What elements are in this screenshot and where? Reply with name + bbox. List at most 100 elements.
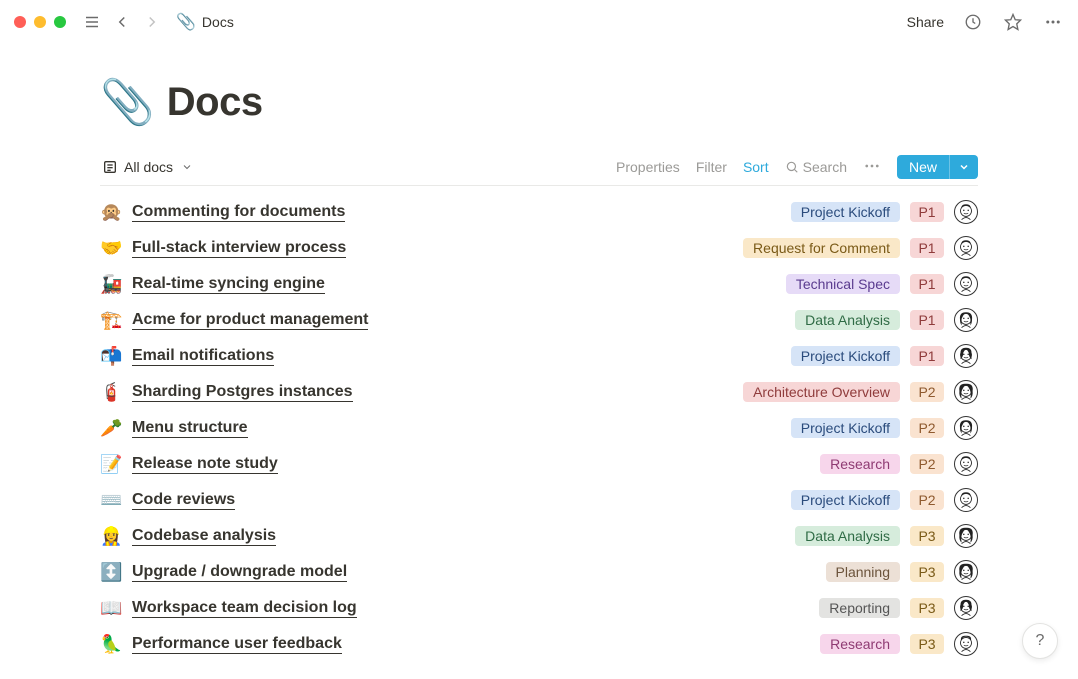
view-more-icon[interactable] bbox=[863, 157, 881, 178]
category-tag[interactable]: Project Kickoff bbox=[791, 418, 900, 438]
priority-pill[interactable]: P3 bbox=[910, 634, 944, 654]
assignee-avatar[interactable] bbox=[954, 524, 978, 548]
window-zoom-icon[interactable] bbox=[54, 16, 66, 28]
assignee-avatar[interactable] bbox=[954, 416, 978, 440]
row-title[interactable]: Workspace team decision log bbox=[132, 599, 357, 618]
breadcrumb[interactable]: 📎 Docs bbox=[176, 12, 234, 32]
breadcrumb-icon: 📎 bbox=[176, 12, 196, 32]
assignee-avatar[interactable] bbox=[954, 380, 978, 404]
priority-pill[interactable]: P1 bbox=[910, 274, 944, 294]
row-title[interactable]: Codebase analysis bbox=[132, 527, 276, 546]
category-tag[interactable]: Reporting bbox=[819, 598, 900, 618]
table-row[interactable]: 🥕Menu structureProject KickoffP2 bbox=[100, 410, 978, 446]
category-tag[interactable]: Data Analysis bbox=[795, 310, 900, 330]
row-title[interactable]: Upgrade / downgrade model bbox=[132, 563, 347, 582]
updates-clock-icon[interactable] bbox=[962, 11, 984, 33]
priority-pill[interactable]: P2 bbox=[910, 382, 944, 402]
new-button-label: New bbox=[897, 155, 949, 179]
row-icon: 🚂 bbox=[100, 274, 122, 295]
priority-pill[interactable]: P3 bbox=[910, 526, 944, 546]
filter-button[interactable]: Filter bbox=[696, 159, 727, 175]
table-row[interactable]: 👷‍♀️Codebase analysisData AnalysisP3 bbox=[100, 518, 978, 554]
assignee-avatar[interactable] bbox=[954, 560, 978, 584]
row-icon: 🦜 bbox=[100, 634, 122, 655]
category-tag[interactable]: Request for Comment bbox=[743, 238, 900, 258]
priority-pill[interactable]: P3 bbox=[910, 598, 944, 618]
window-close-icon[interactable] bbox=[14, 16, 26, 28]
priority-pill[interactable]: P1 bbox=[910, 238, 944, 258]
category-tag[interactable]: Architecture Overview bbox=[743, 382, 900, 402]
priority-pill[interactable]: P2 bbox=[910, 490, 944, 510]
view-tab-all-docs[interactable]: All docs bbox=[100, 155, 195, 179]
sort-button[interactable]: Sort bbox=[743, 159, 769, 175]
page-content: 📎 Docs All docs Properties Filter Sort S… bbox=[0, 44, 1078, 662]
nav-forward-icon bbox=[142, 12, 162, 32]
view-bar: All docs Properties Filter Sort Search N… bbox=[100, 149, 978, 186]
assignee-avatar[interactable] bbox=[954, 344, 978, 368]
assignee-avatar[interactable] bbox=[954, 452, 978, 476]
row-title[interactable]: Menu structure bbox=[132, 419, 248, 438]
table-row[interactable]: 🧯 Sharding Postgres instances Architecture… bbox=[100, 374, 978, 410]
row-icon: 🧯 bbox=[100, 382, 122, 403]
category-tag[interactable]: Technical Spec bbox=[786, 274, 900, 294]
more-options-icon[interactable] bbox=[1042, 11, 1064, 33]
assignee-avatar[interactable] bbox=[954, 308, 978, 332]
new-button[interactable]: New bbox=[897, 155, 978, 179]
priority-pill[interactable]: P2 bbox=[910, 454, 944, 474]
row-title[interactable]: Commenting for documents bbox=[132, 203, 345, 222]
row-title[interactable]: Email notifications bbox=[132, 347, 274, 366]
category-tag[interactable]: Planning bbox=[826, 562, 901, 582]
table-row[interactable]: 📝Release note studyResearchP2 bbox=[100, 446, 978, 482]
row-title[interactable]: Real-time syncing engine bbox=[132, 275, 325, 294]
new-button-dropdown[interactable] bbox=[949, 155, 978, 179]
table-row[interactable]: 🙊Commenting for documentsProject Kickoff… bbox=[100, 194, 978, 230]
priority-pill[interactable]: P3 bbox=[910, 562, 944, 582]
search-button[interactable]: Search bbox=[785, 159, 847, 175]
table-row[interactable]: ↕️Upgrade / downgrade modelPlanningP3 bbox=[100, 554, 978, 590]
category-tag[interactable]: Project Kickoff bbox=[791, 202, 900, 222]
row-title[interactable]: Full-stack interview process bbox=[132, 239, 346, 258]
assignee-avatar[interactable] bbox=[954, 596, 978, 620]
priority-pill[interactable]: P1 bbox=[910, 346, 944, 366]
table-row[interactable]: ⌨️Code reviewsProject KickoffP2 bbox=[100, 482, 978, 518]
docs-list: 🙊Commenting for documentsProject Kickoff… bbox=[100, 186, 978, 662]
breadcrumb-title: Docs bbox=[202, 14, 234, 30]
row-title[interactable]: Sharding Postgres instances bbox=[132, 383, 353, 402]
assignee-avatar[interactable] bbox=[954, 488, 978, 512]
page-title[interactable]: Docs bbox=[167, 80, 263, 125]
category-tag[interactable]: Research bbox=[820, 634, 900, 654]
assignee-avatar[interactable] bbox=[954, 632, 978, 656]
table-row[interactable]: 🚂 Real-time syncing engine Technical Spec P… bbox=[100, 266, 978, 302]
row-title[interactable]: Release note study bbox=[132, 455, 278, 474]
assignee-avatar[interactable] bbox=[954, 272, 978, 296]
row-title[interactable]: Acme for product management bbox=[132, 311, 368, 330]
table-row[interactable]: 🏗️Acme for product managementData Analys… bbox=[100, 302, 978, 338]
properties-button[interactable]: Properties bbox=[616, 159, 680, 175]
hamburger-menu-icon[interactable] bbox=[82, 12, 102, 32]
page-icon[interactable]: 📎 bbox=[100, 81, 155, 125]
category-tag[interactable]: Project Kickoff bbox=[791, 346, 900, 366]
favorite-star-icon[interactable] bbox=[1002, 11, 1024, 33]
table-row[interactable]: 📬Email notificationsProject KickoffP1 bbox=[100, 338, 978, 374]
category-tag[interactable]: Project Kickoff bbox=[791, 490, 900, 510]
assignee-avatar[interactable] bbox=[954, 200, 978, 224]
nav-back-icon[interactable] bbox=[112, 12, 132, 32]
category-tag[interactable]: Research bbox=[820, 454, 900, 474]
row-title[interactable]: Performance user feedback bbox=[132, 635, 342, 654]
window-minimize-icon[interactable] bbox=[34, 16, 46, 28]
table-row[interactable]: 📖 Workspace team decision log Reporting P3 bbox=[100, 590, 978, 626]
chevron-down-icon bbox=[958, 161, 970, 173]
priority-pill[interactable]: P2 bbox=[910, 418, 944, 438]
row-icon: 📖 bbox=[100, 598, 122, 619]
window-traffic-lights bbox=[14, 16, 66, 28]
list-view-icon bbox=[102, 159, 118, 175]
priority-pill[interactable]: P1 bbox=[910, 310, 944, 330]
assignee-avatar[interactable] bbox=[954, 236, 978, 260]
table-row[interactable]: 🤝Full-stack interview processRequest for… bbox=[100, 230, 978, 266]
help-button[interactable]: ? bbox=[1022, 623, 1058, 659]
row-title[interactable]: Code reviews bbox=[132, 491, 235, 510]
share-button[interactable]: Share bbox=[907, 14, 944, 30]
category-tag[interactable]: Data Analysis bbox=[795, 526, 900, 546]
table-row[interactable]: 🦜 Performance user feedback Research P3 bbox=[100, 626, 978, 662]
priority-pill[interactable]: P1 bbox=[910, 202, 944, 222]
